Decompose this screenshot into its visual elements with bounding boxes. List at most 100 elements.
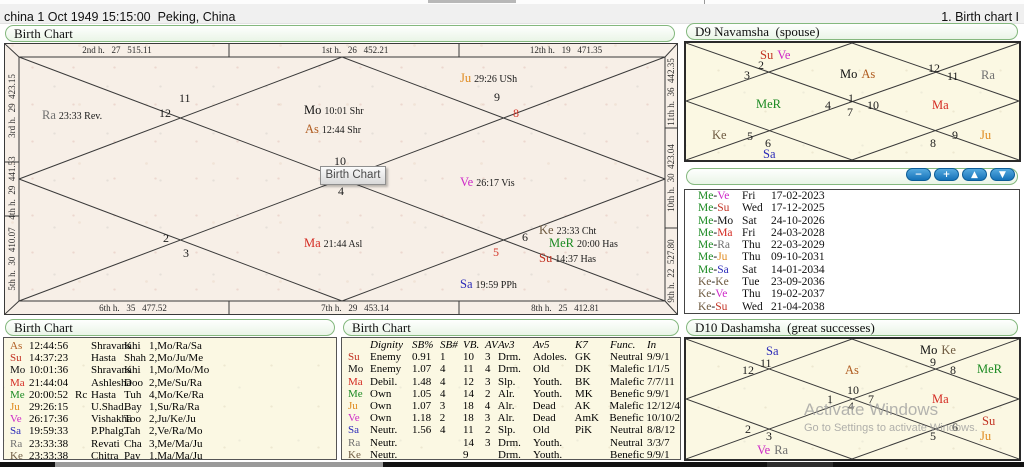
cell-in: 12/12/4 xyxy=(646,399,680,412)
cell-longitude: 14:37:23 xyxy=(29,352,69,365)
dasha-row[interactable]: Me-Ju Thu 09-10-2031 xyxy=(685,251,1019,263)
cell-in: 10/10/2 xyxy=(646,412,680,425)
cell-longitude: 10:01:36 xyxy=(29,364,69,377)
dasha-expand-button[interactable]: + xyxy=(934,168,959,181)
planet-moon-ascendant: Mo As xyxy=(840,67,876,81)
table-row[interactable]: Ra Neutr. 14 3 Drm. Youth. Neutral 3/3/7 xyxy=(342,437,680,449)
sign-label: 10 xyxy=(867,98,879,112)
cell-longitude: 20:00:52 xyxy=(29,388,69,401)
sign-label: 6 xyxy=(522,230,528,244)
dasha-period: Me-Mo xyxy=(698,214,734,227)
cell-longitude: 23:33:38 xyxy=(29,449,69,460)
dasha-row[interactable]: Me-Mo Sat 24-10-2026 xyxy=(685,215,1019,227)
cell-nakshatra: Shravana xyxy=(91,364,132,377)
table-row[interactable]: Ve Own 1.18 2 18 3 Alr. Dead AmK Benefic… xyxy=(342,412,680,424)
cell-retro-flag xyxy=(75,401,91,413)
dasha-collapse-button[interactable]: − xyxy=(906,168,931,181)
dasha-weekday: Tue xyxy=(742,276,760,289)
table-row[interactable]: Ra 23:33:38 Revati Cha 3,Me/Ma/Ju xyxy=(4,438,336,450)
table-row[interactable]: Ve 26:17:36 Vishakha Too 2,Ju/Ke/Ju xyxy=(4,413,336,425)
sign-label: 1 xyxy=(848,91,854,105)
dasha-weekday: Fri xyxy=(742,190,756,202)
table-row[interactable]: Su Enemy 0.91 1 10 3 Drm. Adoles. GK Neu… xyxy=(342,351,680,363)
planet-sun: Su 14:37 Has xyxy=(539,251,597,265)
cell-func: Benefic xyxy=(609,412,644,425)
dasha-row[interactable]: Me-Ve Fri 17-02-2023 xyxy=(685,190,1019,202)
cell-nakshatra: Vishakha xyxy=(91,413,132,426)
cell-k7: AK xyxy=(574,399,591,412)
cell-av: 3 xyxy=(485,436,491,449)
sign-label: 2 xyxy=(163,231,169,245)
dasha-row[interactable]: Me-Ra Thu 22-03-2029 xyxy=(685,239,1019,251)
col-k7: K7 xyxy=(575,339,588,351)
dasha-down-button[interactable]: ▼ xyxy=(990,168,1015,181)
col-in: In xyxy=(647,339,657,351)
dasha-date: 21-04-2038 xyxy=(771,300,825,313)
dignity-header: Birth Chart xyxy=(343,319,679,336)
cell-sb-pct: 1.05 xyxy=(412,387,432,400)
cell-pada-lords: 3,Me/Ma/Ju xyxy=(149,437,203,450)
cell-av3: Alr. xyxy=(498,387,515,400)
ascendant: As 12:44 Shr xyxy=(305,122,362,136)
cell-av xyxy=(485,449,498,459)
cell-av3: Slp. xyxy=(498,424,516,437)
dasha-date: 22-03-2029 xyxy=(771,239,825,252)
cell-pada-lords: 1,Ma/Ma/Ju xyxy=(149,449,203,460)
cell-av5: Dead xyxy=(532,412,556,425)
table-row[interactable]: Ke 23:33:38 Chitra Pay 1,Ma/Ma/Ju xyxy=(4,449,336,460)
cell-dignity: Enemy xyxy=(370,351,402,364)
dasha-period: Ke-Su xyxy=(698,300,728,313)
cell-nakshatra: Revati xyxy=(91,437,120,450)
cell-syllable: Bay xyxy=(124,400,142,413)
cusp-label-8th: 8th h. 25 412.81 xyxy=(531,303,599,313)
cell-syllable: Pay xyxy=(124,449,141,460)
table-row[interactable]: Sa 19:59:33 P.Phalg. Tah 2,Ve/Ra/Mo xyxy=(4,425,336,437)
dasha-row[interactable]: Me-Ma Fri 24-03-2028 xyxy=(685,227,1019,239)
table-row[interactable]: Me 20:00:52 Rc Hasta Tuh 4,Mo/Ke/Ra xyxy=(4,389,336,401)
sign-label: 11 xyxy=(947,69,959,83)
cell-nakshatra: Ashlesha xyxy=(91,376,132,389)
nakshatra-table: As 12:44:56 Shravana Khi 1,Mo/Ra/Sa Su 1… xyxy=(3,337,337,460)
d10-chart[interactable]: Sa 12 11 As 10 Mo Ke 9 8 MeR 1 4 7 Ma 2 3… xyxy=(684,337,1021,461)
table-row[interactable]: Sa Neutr. 1.56 4 11 2 Slp. Old PiK Neutr… xyxy=(342,424,680,436)
cell-planet: As xyxy=(10,340,23,352)
dasha-row[interactable]: Me-Sa Sat 14-01-2034 xyxy=(685,264,1019,276)
col-dignity: Dignity xyxy=(370,339,403,351)
cell-pada-lords: 2,Me/Su/Ra xyxy=(149,376,202,389)
table-row[interactable]: Ke Neutr. 9 Drm. Youth. Benefic 9/9/1 xyxy=(342,449,680,459)
dasha-date: 24-10-2026 xyxy=(771,214,825,227)
cell-sb-num xyxy=(440,449,463,459)
dasha-row[interactable]: Me-Su Wed 17-12-2025 xyxy=(685,202,1019,214)
table-row[interactable]: Mo Enemy 1.07 4 11 4 Drm. Old DK Malefic… xyxy=(342,363,680,375)
cell-func: Neutral xyxy=(610,424,643,437)
cell-av: 4 xyxy=(484,399,491,412)
table-row[interactable]: Ju 29:26:15 U.Shad. Bay 1,Su/Ra/Ra xyxy=(4,401,336,413)
cell-pada-lords: 4,Mo/Ke/Ra xyxy=(149,388,204,401)
dasha-list[interactable]: Me-Ve Fri 17-02-2023 Me-Su Wed 17-12-202… xyxy=(684,189,1020,314)
table-row[interactable]: Ma 21:44:04 Ashlesha Doo 2,Me/Su/Ra xyxy=(4,377,336,389)
dasha-up-button[interactable]: ▲ xyxy=(962,168,987,181)
activate-windows-watermark-subtext: Go to Settings to activate Windows. xyxy=(804,422,978,434)
cell-sb-pct xyxy=(412,449,440,459)
table-row[interactable]: As 12:44:56 Shravana Khi 1,Mo/Ra/Sa xyxy=(4,340,336,352)
rasi-chart[interactable]: 2nd h. 27 515.11 1st h. 26 452.21 12th h… xyxy=(4,43,678,315)
dasha-date: 09-10-2031 xyxy=(771,251,825,264)
table-row[interactable]: Su 14:37:23 Hasta Shah 2,Mo/Ju/Me xyxy=(4,352,336,364)
dasha-row[interactable]: Ke-Ke Tue 23-09-2036 xyxy=(685,276,1019,288)
planet-mercury: MeR xyxy=(756,97,781,111)
table-row[interactable]: Ma Debil. 1.48 4 12 3 Slp. Youth. BK Mal… xyxy=(342,376,680,388)
d9-chart[interactable]: Su Ve 2 3 Mo As 12 11 Ra MeR 4 1 7 10 Ma K… xyxy=(684,41,1021,162)
dasha-weekday: Sat xyxy=(742,263,757,276)
table-row[interactable]: Mo 10:01:36 Shravana Khi 1,Mo/Mo/Mo xyxy=(4,364,336,376)
sign-label: 8 xyxy=(950,363,956,377)
dasha-row[interactable]: Ke-Ve Thu 19-02-2037 xyxy=(685,288,1019,300)
cell-planet: Ke xyxy=(10,449,23,460)
table-row[interactable]: Ju Own 1.07 3 18 4 Alr. Dead AK Malefic … xyxy=(342,400,680,412)
cell-func: Benefic xyxy=(610,387,645,400)
cell-func: Neutral xyxy=(610,351,643,364)
cell-planet: Ju xyxy=(348,399,358,412)
dasha-weekday: Fri xyxy=(742,226,756,239)
planet-moon-ketu: Mo Ke xyxy=(920,343,956,357)
table-row[interactable]: Me Own 1.05 4 14 2 Alr. Youth. MK Benefi… xyxy=(342,388,680,400)
dasha-row[interactable]: Ke-Su Wed 21-04-2038 xyxy=(685,301,1019,313)
